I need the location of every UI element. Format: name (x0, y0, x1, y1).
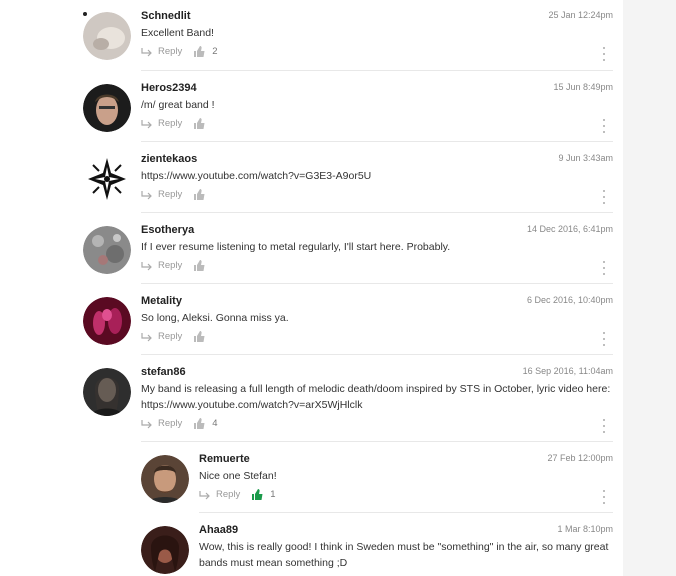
thumbs-up-icon[interactable] (194, 331, 205, 342)
comment-actions: Reply 4 (141, 418, 218, 429)
comment-divider (141, 441, 613, 442)
thumbs-up-icon[interactable] (194, 418, 205, 429)
reply-button[interactable]: Reply (158, 46, 182, 57)
thumbs-up-icon[interactable] (194, 260, 205, 271)
more-vertical-icon[interactable] (602, 261, 606, 275)
comment-actions: Reply (141, 260, 212, 271)
avatar[interactable] (83, 297, 131, 345)
comment-divider (141, 354, 613, 355)
comment: Heros2394 15 Jun 8:49pm /m/ great band !… (83, 82, 613, 134)
comment-username[interactable]: Esotherya (141, 224, 194, 236)
reply-button[interactable]: Reply (158, 118, 182, 129)
comment-text: Wow, this is really good! I think in Swe… (199, 541, 609, 553)
comment-divider (141, 212, 613, 213)
avatar[interactable] (83, 155, 131, 203)
comment: Esotherya 14 Dec 2016, 6:41pm If I ever … (83, 224, 613, 276)
comment-text: /m/ great band ! (141, 99, 215, 111)
comment-link[interactable]: https://www.youtube.com/watch?v=arX5WjHl… (141, 397, 362, 413)
comments-list: Schnedlit 25 Jan 12:24pm Excellent Band!… (0, 0, 623, 576)
reply-arrow-icon[interactable] (199, 490, 211, 500)
reply-button[interactable]: Reply (158, 189, 182, 200)
reply-button[interactable]: Reply (216, 489, 240, 500)
comment-actions: Reply (141, 118, 212, 129)
comment-timestamp[interactable]: 1 Mar 8:10pm (557, 524, 613, 534)
comment-username[interactable]: stefan86 (141, 366, 186, 378)
comment: stefan86 16 Sep 2016, 11:04am My band is… (83, 366, 613, 434)
comment-timestamp[interactable]: 14 Dec 2016, 6:41pm (527, 224, 613, 234)
comment-text: bands must mean something ;D (199, 557, 348, 569)
avatar[interactable] (83, 84, 131, 132)
avatar[interactable] (83, 12, 131, 60)
reply-arrow-icon[interactable] (141, 119, 153, 129)
avatar[interactable] (141, 526, 189, 574)
thumbs-up-icon[interactable] (194, 118, 205, 129)
comment-actions: Reply 2 (141, 46, 218, 57)
comment-timestamp[interactable]: 15 Jun 8:49pm (553, 82, 613, 92)
reply-button[interactable]: Reply (158, 260, 182, 271)
like-count: 2 (212, 46, 218, 57)
comment: zientekaos 9 Jun 3:43am https://www.yout… (83, 153, 613, 205)
comment-timestamp[interactable]: 9 Jun 3:43am (558, 153, 613, 163)
thumbs-up-icon[interactable] (252, 489, 263, 500)
comment-text: Excellent Band! (141, 27, 214, 39)
comment-username[interactable]: Schnedlit (141, 10, 191, 22)
reply-comment: Ahaa89 1 Mar 8:10pm Wow, this is really … (141, 524, 613, 576)
comment: Schnedlit 25 Jan 12:24pm Excellent Band!… (83, 10, 613, 62)
avatar[interactable] (83, 226, 131, 274)
comment-link[interactable]: https://www.youtube.com/watch?v=G3E3-A9o… (141, 168, 371, 184)
comment-text: My band is releasing a full length of me… (141, 383, 611, 395)
comment-text: So long, Aleksi. Gonna miss ya. (141, 312, 289, 324)
comment-divider (141, 70, 613, 71)
more-vertical-icon[interactable] (602, 332, 606, 346)
comment-divider (141, 283, 613, 284)
comment-timestamp[interactable]: 25 Jan 12:24pm (548, 10, 613, 20)
like-count: 1 (270, 489, 276, 500)
reply-arrow-icon[interactable] (141, 261, 153, 271)
comment-actions: Reply (141, 189, 212, 200)
thumbs-up-icon[interactable] (194, 189, 205, 200)
more-vertical-icon[interactable] (602, 419, 606, 433)
comment-username[interactable]: zientekaos (141, 153, 197, 165)
more-vertical-icon[interactable] (602, 47, 606, 61)
thumbs-up-icon[interactable] (194, 46, 205, 57)
more-vertical-icon[interactable] (602, 119, 606, 133)
reply-arrow-icon[interactable] (141, 190, 153, 200)
comment-username[interactable]: Ahaa89 (199, 524, 238, 536)
comment-timestamp[interactable]: 27 Feb 12:00pm (547, 453, 613, 463)
reply-arrow-icon[interactable] (141, 332, 153, 342)
comment-timestamp[interactable]: 16 Sep 2016, 11:04am (523, 366, 613, 376)
comment-username[interactable]: Remuerte (199, 453, 250, 465)
avatar[interactable] (141, 455, 189, 503)
more-vertical-icon[interactable] (602, 490, 606, 504)
comment-divider (141, 141, 613, 142)
comment-text: Nice one Stefan! (199, 470, 277, 482)
reply-button[interactable]: Reply (158, 331, 182, 342)
reply-button[interactable]: Reply (158, 418, 182, 429)
reply-arrow-icon[interactable] (141, 47, 153, 57)
comment-divider (199, 512, 613, 513)
comment-username[interactable]: Metality (141, 295, 182, 307)
comment: Metality 6 Dec 2016, 10:40pm So long, Al… (83, 295, 613, 347)
comment-text: If I ever resume listening to metal regu… (141, 241, 451, 253)
page-gutter (623, 0, 676, 576)
comment-timestamp[interactable]: 6 Dec 2016, 10:40pm (527, 295, 613, 305)
like-count: 4 (212, 418, 218, 429)
avatar[interactable] (83, 368, 131, 416)
reply-comment: Remuerte 27 Feb 12:00pm Nice one Stefan!… (141, 453, 613, 505)
reply-arrow-icon[interactable] (141, 419, 153, 429)
comment-actions: Reply (141, 331, 212, 342)
comment-actions: Reply 1 (199, 489, 276, 500)
more-vertical-icon[interactable] (602, 190, 606, 204)
comment-username[interactable]: Heros2394 (141, 82, 197, 94)
